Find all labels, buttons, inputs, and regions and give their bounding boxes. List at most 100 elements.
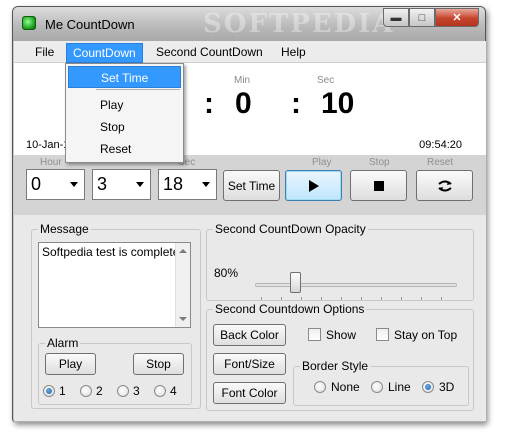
seconds-label: Sec <box>317 75 335 86</box>
countdown-menu-dropdown: Set Time Play Stop Reset <box>65 63 184 163</box>
border-style-group: Border Style None Line 3D <box>293 359 469 406</box>
close-icon: ✕ <box>452 12 462 24</box>
play-icon <box>308 179 319 192</box>
app-window: Me CountDown SOFTPEDIA ▬ □ ✕ File CountD… <box>12 6 486 422</box>
show-label: Show <box>326 328 357 342</box>
alarm-radio-4-label: 4 <box>170 384 177 398</box>
opacity-slider-track[interactable] <box>255 283 457 287</box>
alarm-radio-2-label: 2 <box>96 384 103 398</box>
reset-button[interactable] <box>416 170 473 201</box>
message-text: Softpedia test is complete! <box>42 245 183 259</box>
slider-tick <box>281 297 282 300</box>
alarm-title: Alarm <box>45 336 81 350</box>
app-icon <box>22 16 36 30</box>
play-button[interactable] <box>285 170 342 201</box>
reset-icon <box>437 180 452 191</box>
menu-file[interactable]: File <box>35 45 54 59</box>
hour-label: Hour <box>40 157 62 168</box>
reset-label: Reset <box>427 157 454 168</box>
set-time-button[interactable]: Set Time <box>223 170 280 201</box>
minimize-button[interactable]: ▬ <box>383 8 409 27</box>
border-3d-radio[interactable] <box>422 381 434 393</box>
alarm-radio-2[interactable] <box>80 385 92 397</box>
border-line-radio[interactable] <box>371 381 383 393</box>
window-bottom-edge <box>14 421 486 422</box>
back-color-button[interactable]: Back Color <box>213 324 286 346</box>
alarm-radio-3-label: 3 <box>133 384 140 398</box>
opacity-slider-thumb[interactable] <box>289 272 301 293</box>
watermark: SOFTPEDIA <box>203 9 395 39</box>
slider-tick <box>341 297 342 300</box>
slider-tick <box>361 297 362 300</box>
scroll-down-icon <box>179 317 187 321</box>
opacity-group: Second CountDown Opacity 80% <box>206 222 474 301</box>
colon-2: : <box>291 87 301 120</box>
second-select[interactable]: 18 <box>158 169 217 200</box>
menu-bar: File CountDown Second CountDown Help <box>14 41 486 63</box>
options-title: Second Countdown Options <box>213 302 367 316</box>
alarm-radio-1-label: 1 <box>59 384 66 398</box>
minutes-label: Min <box>234 75 251 86</box>
options-group: Second Countdown Options Back Color Font… <box>206 302 474 411</box>
alarm-radio-3[interactable] <box>117 385 129 397</box>
current-clock: 09:54:20 <box>419 139 462 151</box>
menu-countdown[interactable]: CountDown <box>66 43 143 63</box>
maximize-button[interactable]: □ <box>409 8 435 27</box>
show-checkbox[interactable] <box>308 328 321 341</box>
menu-stop[interactable]: Stop <box>68 116 181 138</box>
alarm-stop-button[interactable]: Stop <box>133 353 184 375</box>
title-bar[interactable]: Me CountDown SOFTPEDIA ▬ □ ✕ <box>13 7 485 41</box>
minutes-value: 0 <box>235 87 252 120</box>
stop-button[interactable] <box>350 170 407 201</box>
alarm-radio-4[interactable] <box>154 385 166 397</box>
border-none-radio[interactable] <box>314 381 326 393</box>
hour-select[interactable]: 0 <box>26 169 85 200</box>
close-button[interactable]: ✕ <box>435 8 479 27</box>
window-title: Me CountDown <box>45 17 135 32</box>
set-time-row: Hour Sec Play Stop Reset 0 3 18 Set Time <box>14 155 486 215</box>
slider-tick <box>421 297 422 300</box>
stay-on-top-checkbox[interactable] <box>376 328 389 341</box>
settings-panel: Message Softpedia test is complete! Alar… <box>14 215 486 421</box>
border-none-label: None <box>331 380 360 394</box>
message-group: Message Softpedia test is complete! Alar… <box>31 222 201 409</box>
menu-set-time[interactable]: Set Time <box>68 66 181 88</box>
minute-value: 3 <box>97 174 108 194</box>
minute-select[interactable]: 3 <box>92 169 151 200</box>
border-3d-label: 3D <box>439 380 455 394</box>
stay-on-top-label: Stay on Top <box>394 328 458 342</box>
menu-reset[interactable]: Reset <box>68 138 181 160</box>
colon-1: : <box>204 87 214 120</box>
slider-tick <box>261 297 262 300</box>
font-color-button[interactable]: Font Color <box>213 382 286 404</box>
opacity-title: Second CountDown Opacity <box>213 222 368 236</box>
chevron-down-icon <box>136 182 144 187</box>
slider-tick <box>381 297 382 300</box>
menu-help[interactable]: Help <box>281 45 306 59</box>
current-date: 10-Jan-1 <box>26 139 70 151</box>
seconds-value: 10 <box>321 87 355 120</box>
slider-tick <box>401 297 402 300</box>
menu-second-countdown[interactable]: Second CountDown <box>156 45 263 59</box>
slider-tick <box>301 297 302 300</box>
border-style-title: Border Style <box>300 359 371 373</box>
minimize-icon: ▬ <box>390 11 402 24</box>
alarm-radio-1[interactable] <box>43 385 55 397</box>
menu-separator <box>96 89 180 90</box>
stop-icon <box>373 180 384 191</box>
message-textarea[interactable]: Softpedia test is complete! <box>38 242 191 328</box>
alarm-play-button[interactable]: Play <box>45 353 96 375</box>
font-size-button[interactable]: Font/Size <box>213 353 286 375</box>
second-value: 18 <box>163 174 184 194</box>
stop-label: Stop <box>369 157 390 168</box>
message-scrollbar[interactable] <box>175 243 190 327</box>
opacity-value: 80% <box>214 266 239 280</box>
slider-tick <box>441 297 442 300</box>
scroll-up-icon <box>179 249 187 253</box>
slider-tick <box>321 297 322 300</box>
menu-play[interactable]: Play <box>68 94 181 116</box>
play-label: Play <box>312 157 332 168</box>
window-controls: ▬ □ ✕ <box>383 8 479 27</box>
chevron-down-icon <box>70 182 78 187</box>
hour-value: 0 <box>31 174 42 194</box>
